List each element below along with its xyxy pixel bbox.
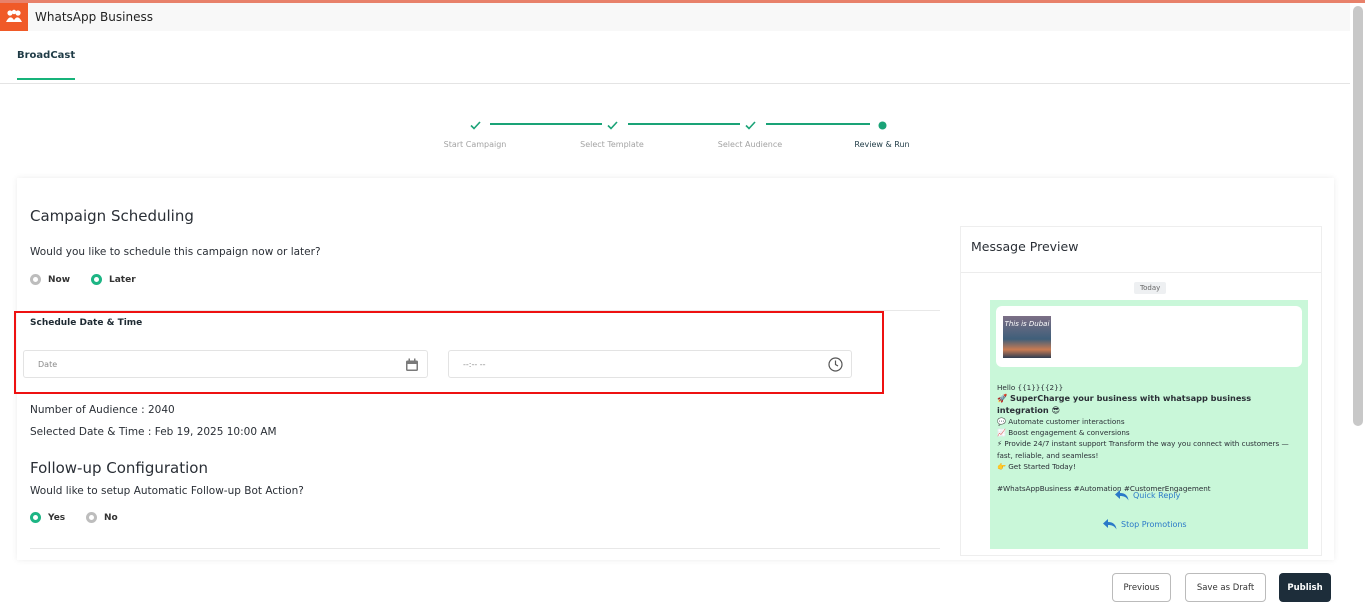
tab-broadcast[interactable]: BroadCast <box>17 50 76 80</box>
step-select-audience: Select Audience <box>690 118 810 149</box>
radio-unchecked-icon <box>30 274 41 285</box>
stop-promotions-label: Stop Promotions <box>1121 520 1187 529</box>
quick-reply-button[interactable]: Quick Reply <box>1115 490 1180 501</box>
radio-label: No <box>104 512 118 523</box>
reply-icon <box>1103 519 1117 530</box>
preview-title: Message Preview <box>961 227 1321 273</box>
stop-promotions-button[interactable]: Stop Promotions <box>1103 519 1187 530</box>
message-line: ⚡ Provide 24/7 instant support Transform… <box>997 439 1289 460</box>
radio-label: Yes <box>48 512 66 523</box>
step-label: Review & Run <box>854 140 910 149</box>
message-preview: Message Preview Today This is Dubai Hell… <box>960 226 1322 556</box>
check-icon <box>744 120 756 130</box>
quick-reply-label: Quick Reply <box>1133 491 1181 500</box>
check-icon <box>469 120 481 130</box>
divider <box>30 548 940 549</box>
app-header: WhatsApp Business <box>0 3 1350 31</box>
schedule-datetime-label: Schedule Date & Time <box>30 318 143 328</box>
step-review-run: Review & Run <box>822 118 942 149</box>
message-body: Hello {{1}}{{2}} 🚀 SuperCharge your busi… <box>997 382 1302 495</box>
app-logo-icon <box>0 3 28 31</box>
active-dot-icon <box>878 121 886 129</box>
reply-icon <box>1115 490 1129 501</box>
progress-stepper: Start Campaign Select Template Select Au… <box>420 118 940 158</box>
time-placeholder: --:-- -- <box>463 360 486 369</box>
step-select-template: Select Template <box>552 118 672 149</box>
image-caption: This is Dubai <box>1004 320 1050 328</box>
message-line: 👉 Get Started Today! <box>997 462 1076 472</box>
step-start-campaign: Start Campaign <box>415 118 535 149</box>
schedule-question: Would you like to schedule this campaign… <box>30 246 321 258</box>
message-line <box>997 472 1302 483</box>
selected-datetime: Selected Date & Time : Feb 19, 2025 10:0… <box>30 426 277 438</box>
radio-checked-icon <box>30 512 41 523</box>
check-icon <box>606 120 618 130</box>
step-label: Select Audience <box>717 140 783 149</box>
date-placeholder: Date <box>38 360 58 369</box>
message-line: 💬 Automate customer interactions <box>997 416 1125 426</box>
radio-unchecked-icon <box>86 512 97 523</box>
step-label: Start Campaign <box>443 140 507 149</box>
message-line: 🚀 SuperCharge your business with whatsap… <box>997 393 1252 415</box>
radio-no[interactable]: No <box>86 512 118 523</box>
radio-label: Later <box>109 274 136 285</box>
audience-count: Number of Audience : 2040 <box>30 404 175 416</box>
date-input[interactable]: Date <box>23 350 428 378</box>
radio-checked-icon <box>91 274 102 285</box>
message-line: 📈 Boost engagement & conversions <box>997 428 1130 438</box>
save-draft-button[interactable]: Save as Draft <box>1185 573 1266 602</box>
section-title-scheduling: Campaign Scheduling <box>30 207 194 225</box>
followup-question: Would like to setup Automatic Follow-up … <box>30 485 304 497</box>
radio-now[interactable]: Now <box>30 274 70 285</box>
publish-button[interactable]: Publish <box>1279 573 1331 602</box>
message-line: Hello {{1}}{{2}} <box>997 383 1064 392</box>
day-badge: Today <box>1134 282 1167 294</box>
header-image: This is Dubai <box>1003 316 1051 358</box>
app-title: WhatsApp Business <box>35 10 153 24</box>
page-scrollbar[interactable] <box>1353 6 1363 426</box>
radio-label: Now <box>48 274 71 285</box>
clock-icon[interactable] <box>828 357 843 376</box>
calendar-icon[interactable] <box>405 357 419 376</box>
tab-bar: BroadCast <box>0 31 1350 84</box>
radio-later[interactable]: Later <box>91 274 136 285</box>
time-input[interactable]: --:-- -- <box>448 350 852 378</box>
step-label: Select Template <box>580 140 644 149</box>
radio-yes[interactable]: Yes <box>30 512 65 523</box>
message-bubble: This is Dubai Hello {{1}}{{2}} 🚀 SuperCh… <box>990 300 1308 549</box>
previous-button[interactable]: Previous <box>1112 573 1171 602</box>
section-title-followup: Follow-up Configuration <box>30 459 208 477</box>
header-image-card: This is Dubai <box>996 306 1302 367</box>
